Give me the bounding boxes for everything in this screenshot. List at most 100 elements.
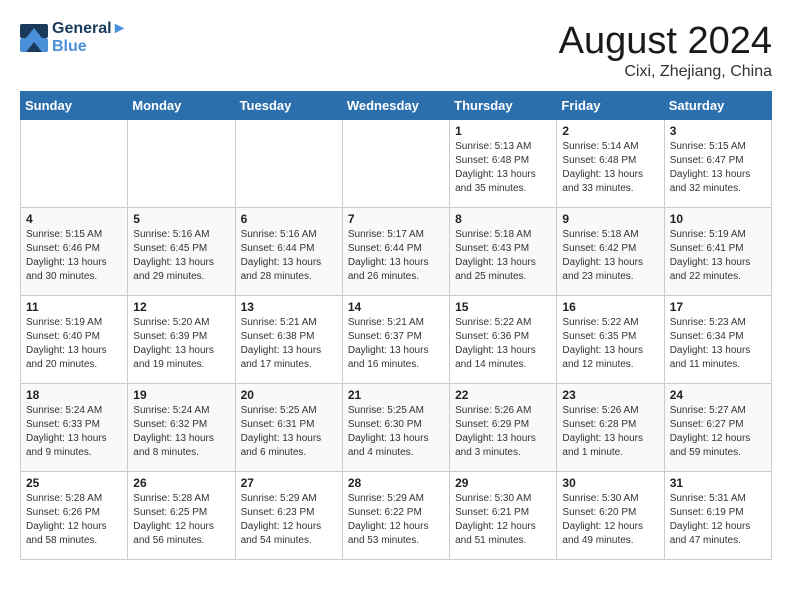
cell-daylight-text: Sunrise: 5:26 AM Sunset: 6:28 PM Dayligh… xyxy=(562,404,658,460)
calendar-cell: 6 Sunrise: 5:16 AM Sunset: 6:44 PM Daylig… xyxy=(235,208,342,296)
weekday-header-row: SundayMondayTuesdayWednesdayThursdayFrid… xyxy=(21,92,772,120)
cell-daylight-text: Sunrise: 5:15 AM Sunset: 6:46 PM Dayligh… xyxy=(26,228,122,284)
calendar-cell: 24Sunrise: 5:27 AM Sunset: 6:27 PM Dayli… xyxy=(664,384,771,472)
day-number: 16 xyxy=(562,300,658,314)
day-number: 28 xyxy=(348,476,444,490)
cell-daylight-text: Sunrise: 5:19 AM Sunset: 6:41 PM Dayligh… xyxy=(670,228,766,284)
calendar-cell: 12Sunrise: 5:20 AM Sunset: 6:39 PM Dayli… xyxy=(128,296,235,384)
calendar-cell: 29 Sunrise: 5:30 AM Sunset: 6:21 PM Dayli… xyxy=(450,472,557,560)
logo-text: General► Blue xyxy=(52,20,127,56)
calendar-cell: 4 Sunrise: 5:15 AM Sunset: 6:46 PM Daylig… xyxy=(21,208,128,296)
day-number: 7 xyxy=(348,212,444,226)
day-number: 8 xyxy=(455,212,551,226)
cell-daylight-text: Sunrise: 5:28 AM Sunset: 6:26 PM Dayligh… xyxy=(26,492,122,548)
logo: General► Blue xyxy=(20,20,127,56)
week-row-1: 1 Sunrise: 5:13 AM Sunset: 6:48 PM Daylig… xyxy=(21,120,772,208)
calendar-table: SundayMondayTuesdayWednesdayThursdayFrid… xyxy=(20,91,772,560)
day-number: 22 xyxy=(455,388,551,402)
weekday-header-monday: Monday xyxy=(128,92,235,120)
day-number: 10 xyxy=(670,212,766,226)
calendar-cell: 19 Sunrise: 5:24 AM Sunset: 6:32 PM Dayli… xyxy=(128,384,235,472)
day-number: 19 xyxy=(133,388,229,402)
cell-daylight-text: Sunrise: 5:21 AM Sunset: 6:37 PM Dayligh… xyxy=(348,316,444,372)
title-block: August 2024 Cixi, Zhejiang, China xyxy=(559,20,772,81)
cell-daylight-text: Sunrise: 5:15 AM Sunset: 6:47 PM Dayligh… xyxy=(670,140,766,196)
location: Cixi, Zhejiang, China xyxy=(559,63,772,81)
calendar-cell: 9Sunrise: 5:18 AM Sunset: 6:42 PM Daylig… xyxy=(557,208,664,296)
cell-daylight-text: Sunrise: 5:29 AM Sunset: 6:23 PM Dayligh… xyxy=(241,492,337,548)
calendar-cell: 27Sunrise: 5:29 AM Sunset: 6:23 PM Dayli… xyxy=(235,472,342,560)
cell-daylight-text: Sunrise: 5:22 AM Sunset: 6:35 PM Dayligh… xyxy=(562,316,658,372)
calendar-cell: 21Sunrise: 5:25 AM Sunset: 6:30 PM Dayli… xyxy=(342,384,449,472)
calendar-cell xyxy=(342,120,449,208)
day-number: 29 xyxy=(455,476,551,490)
day-number: 12 xyxy=(133,300,229,314)
week-row-3: 11 Sunrise: 5:19 AM Sunset: 6:40 PM Dayli… xyxy=(21,296,772,384)
cell-daylight-text: Sunrise: 5:26 AM Sunset: 6:29 PM Dayligh… xyxy=(455,404,551,460)
cell-daylight-text: Sunrise: 5:30 AM Sunset: 6:20 PM Dayligh… xyxy=(562,492,658,548)
cell-daylight-text: Sunrise: 5:13 AM Sunset: 6:48 PM Dayligh… xyxy=(455,140,551,196)
day-number: 23 xyxy=(562,388,658,402)
day-number: 15 xyxy=(455,300,551,314)
calendar-cell xyxy=(21,120,128,208)
day-number: 26 xyxy=(133,476,229,490)
day-number: 24 xyxy=(670,388,766,402)
day-number: 3 xyxy=(670,124,766,138)
month-title: August 2024 xyxy=(559,20,772,63)
cell-daylight-text: Sunrise: 5:24 AM Sunset: 6:33 PM Dayligh… xyxy=(26,404,122,460)
week-row-2: 4 Sunrise: 5:15 AM Sunset: 6:46 PM Daylig… xyxy=(21,208,772,296)
calendar-cell: 28 Sunrise: 5:29 AM Sunset: 6:22 PM Dayli… xyxy=(342,472,449,560)
cell-daylight-text: Sunrise: 5:31 AM Sunset: 6:19 PM Dayligh… xyxy=(670,492,766,548)
weekday-header-friday: Friday xyxy=(557,92,664,120)
cell-daylight-text: Sunrise: 5:18 AM Sunset: 6:42 PM Dayligh… xyxy=(562,228,658,284)
calendar-cell: 18 Sunrise: 5:24 AM Sunset: 6:33 PM Dayli… xyxy=(21,384,128,472)
day-number: 4 xyxy=(26,212,122,226)
cell-daylight-text: Sunrise: 5:28 AM Sunset: 6:25 PM Dayligh… xyxy=(133,492,229,548)
calendar-cell: 13 Sunrise: 5:21 AM Sunset: 6:38 PM Dayli… xyxy=(235,296,342,384)
calendar-cell: 2Sunrise: 5:14 AM Sunset: 6:48 PM Daylig… xyxy=(557,120,664,208)
weekday-header-sunday: Sunday xyxy=(21,92,128,120)
cell-daylight-text: Sunrise: 5:19 AM Sunset: 6:40 PM Dayligh… xyxy=(26,316,122,372)
weekday-header-thursday: Thursday xyxy=(450,92,557,120)
cell-daylight-text: Sunrise: 5:14 AM Sunset: 6:48 PM Dayligh… xyxy=(562,140,658,196)
day-number: 25 xyxy=(26,476,122,490)
cell-daylight-text: Sunrise: 5:23 AM Sunset: 6:34 PM Dayligh… xyxy=(670,316,766,372)
cell-daylight-text: Sunrise: 5:16 AM Sunset: 6:44 PM Dayligh… xyxy=(241,228,337,284)
cell-daylight-text: Sunrise: 5:22 AM Sunset: 6:36 PM Dayligh… xyxy=(455,316,551,372)
weekday-header-tuesday: Tuesday xyxy=(235,92,342,120)
calendar-cell: 8 Sunrise: 5:18 AM Sunset: 6:43 PM Daylig… xyxy=(450,208,557,296)
cell-daylight-text: Sunrise: 5:25 AM Sunset: 6:31 PM Dayligh… xyxy=(241,404,337,460)
calendar-cell: 30 Sunrise: 5:30 AM Sunset: 6:20 PM Dayli… xyxy=(557,472,664,560)
calendar-cell: 26 Sunrise: 5:28 AM Sunset: 6:25 PM Dayli… xyxy=(128,472,235,560)
calendar-cell: 15 Sunrise: 5:22 AM Sunset: 6:36 PM Dayli… xyxy=(450,296,557,384)
calendar-cell: 20 Sunrise: 5:25 AM Sunset: 6:31 PM Dayli… xyxy=(235,384,342,472)
cell-daylight-text: Sunrise: 5:18 AM Sunset: 6:43 PM Dayligh… xyxy=(455,228,551,284)
logo-icon xyxy=(20,24,48,52)
calendar-cell: 25 Sunrise: 5:28 AM Sunset: 6:26 PM Dayli… xyxy=(21,472,128,560)
cell-daylight-text: Sunrise: 5:17 AM Sunset: 6:44 PM Dayligh… xyxy=(348,228,444,284)
calendar-cell: 23 Sunrise: 5:26 AM Sunset: 6:28 PM Dayli… xyxy=(557,384,664,472)
week-row-4: 18 Sunrise: 5:24 AM Sunset: 6:33 PM Dayli… xyxy=(21,384,772,472)
day-number: 13 xyxy=(241,300,337,314)
day-number: 30 xyxy=(562,476,658,490)
calendar-cell: 10 Sunrise: 5:19 AM Sunset: 6:41 PM Dayli… xyxy=(664,208,771,296)
calendar-cell: 7 Sunrise: 5:17 AM Sunset: 6:44 PM Daylig… xyxy=(342,208,449,296)
calendar-cell xyxy=(235,120,342,208)
day-number: 31 xyxy=(670,476,766,490)
week-row-5: 25 Sunrise: 5:28 AM Sunset: 6:26 PM Dayli… xyxy=(21,472,772,560)
day-number: 18 xyxy=(26,388,122,402)
cell-daylight-text: Sunrise: 5:29 AM Sunset: 6:22 PM Dayligh… xyxy=(348,492,444,548)
day-number: 6 xyxy=(241,212,337,226)
calendar-cell: 11 Sunrise: 5:19 AM Sunset: 6:40 PM Dayli… xyxy=(21,296,128,384)
cell-daylight-text: Sunrise: 5:24 AM Sunset: 6:32 PM Dayligh… xyxy=(133,404,229,460)
cell-daylight-text: Sunrise: 5:21 AM Sunset: 6:38 PM Dayligh… xyxy=(241,316,337,372)
day-number: 20 xyxy=(241,388,337,402)
calendar-cell: 22 Sunrise: 5:26 AM Sunset: 6:29 PM Dayli… xyxy=(450,384,557,472)
calendar-cell: 3 Sunrise: 5:15 AM Sunset: 6:47 PM Daylig… xyxy=(664,120,771,208)
calendar-cell: 17Sunrise: 5:23 AM Sunset: 6:34 PM Dayli… xyxy=(664,296,771,384)
calendar-cell: 16 Sunrise: 5:22 AM Sunset: 6:35 PM Dayli… xyxy=(557,296,664,384)
cell-daylight-text: Sunrise: 5:30 AM Sunset: 6:21 PM Dayligh… xyxy=(455,492,551,548)
day-number: 11 xyxy=(26,300,122,314)
day-number: 1 xyxy=(455,124,551,138)
calendar-cell: 1 Sunrise: 5:13 AM Sunset: 6:48 PM Daylig… xyxy=(450,120,557,208)
